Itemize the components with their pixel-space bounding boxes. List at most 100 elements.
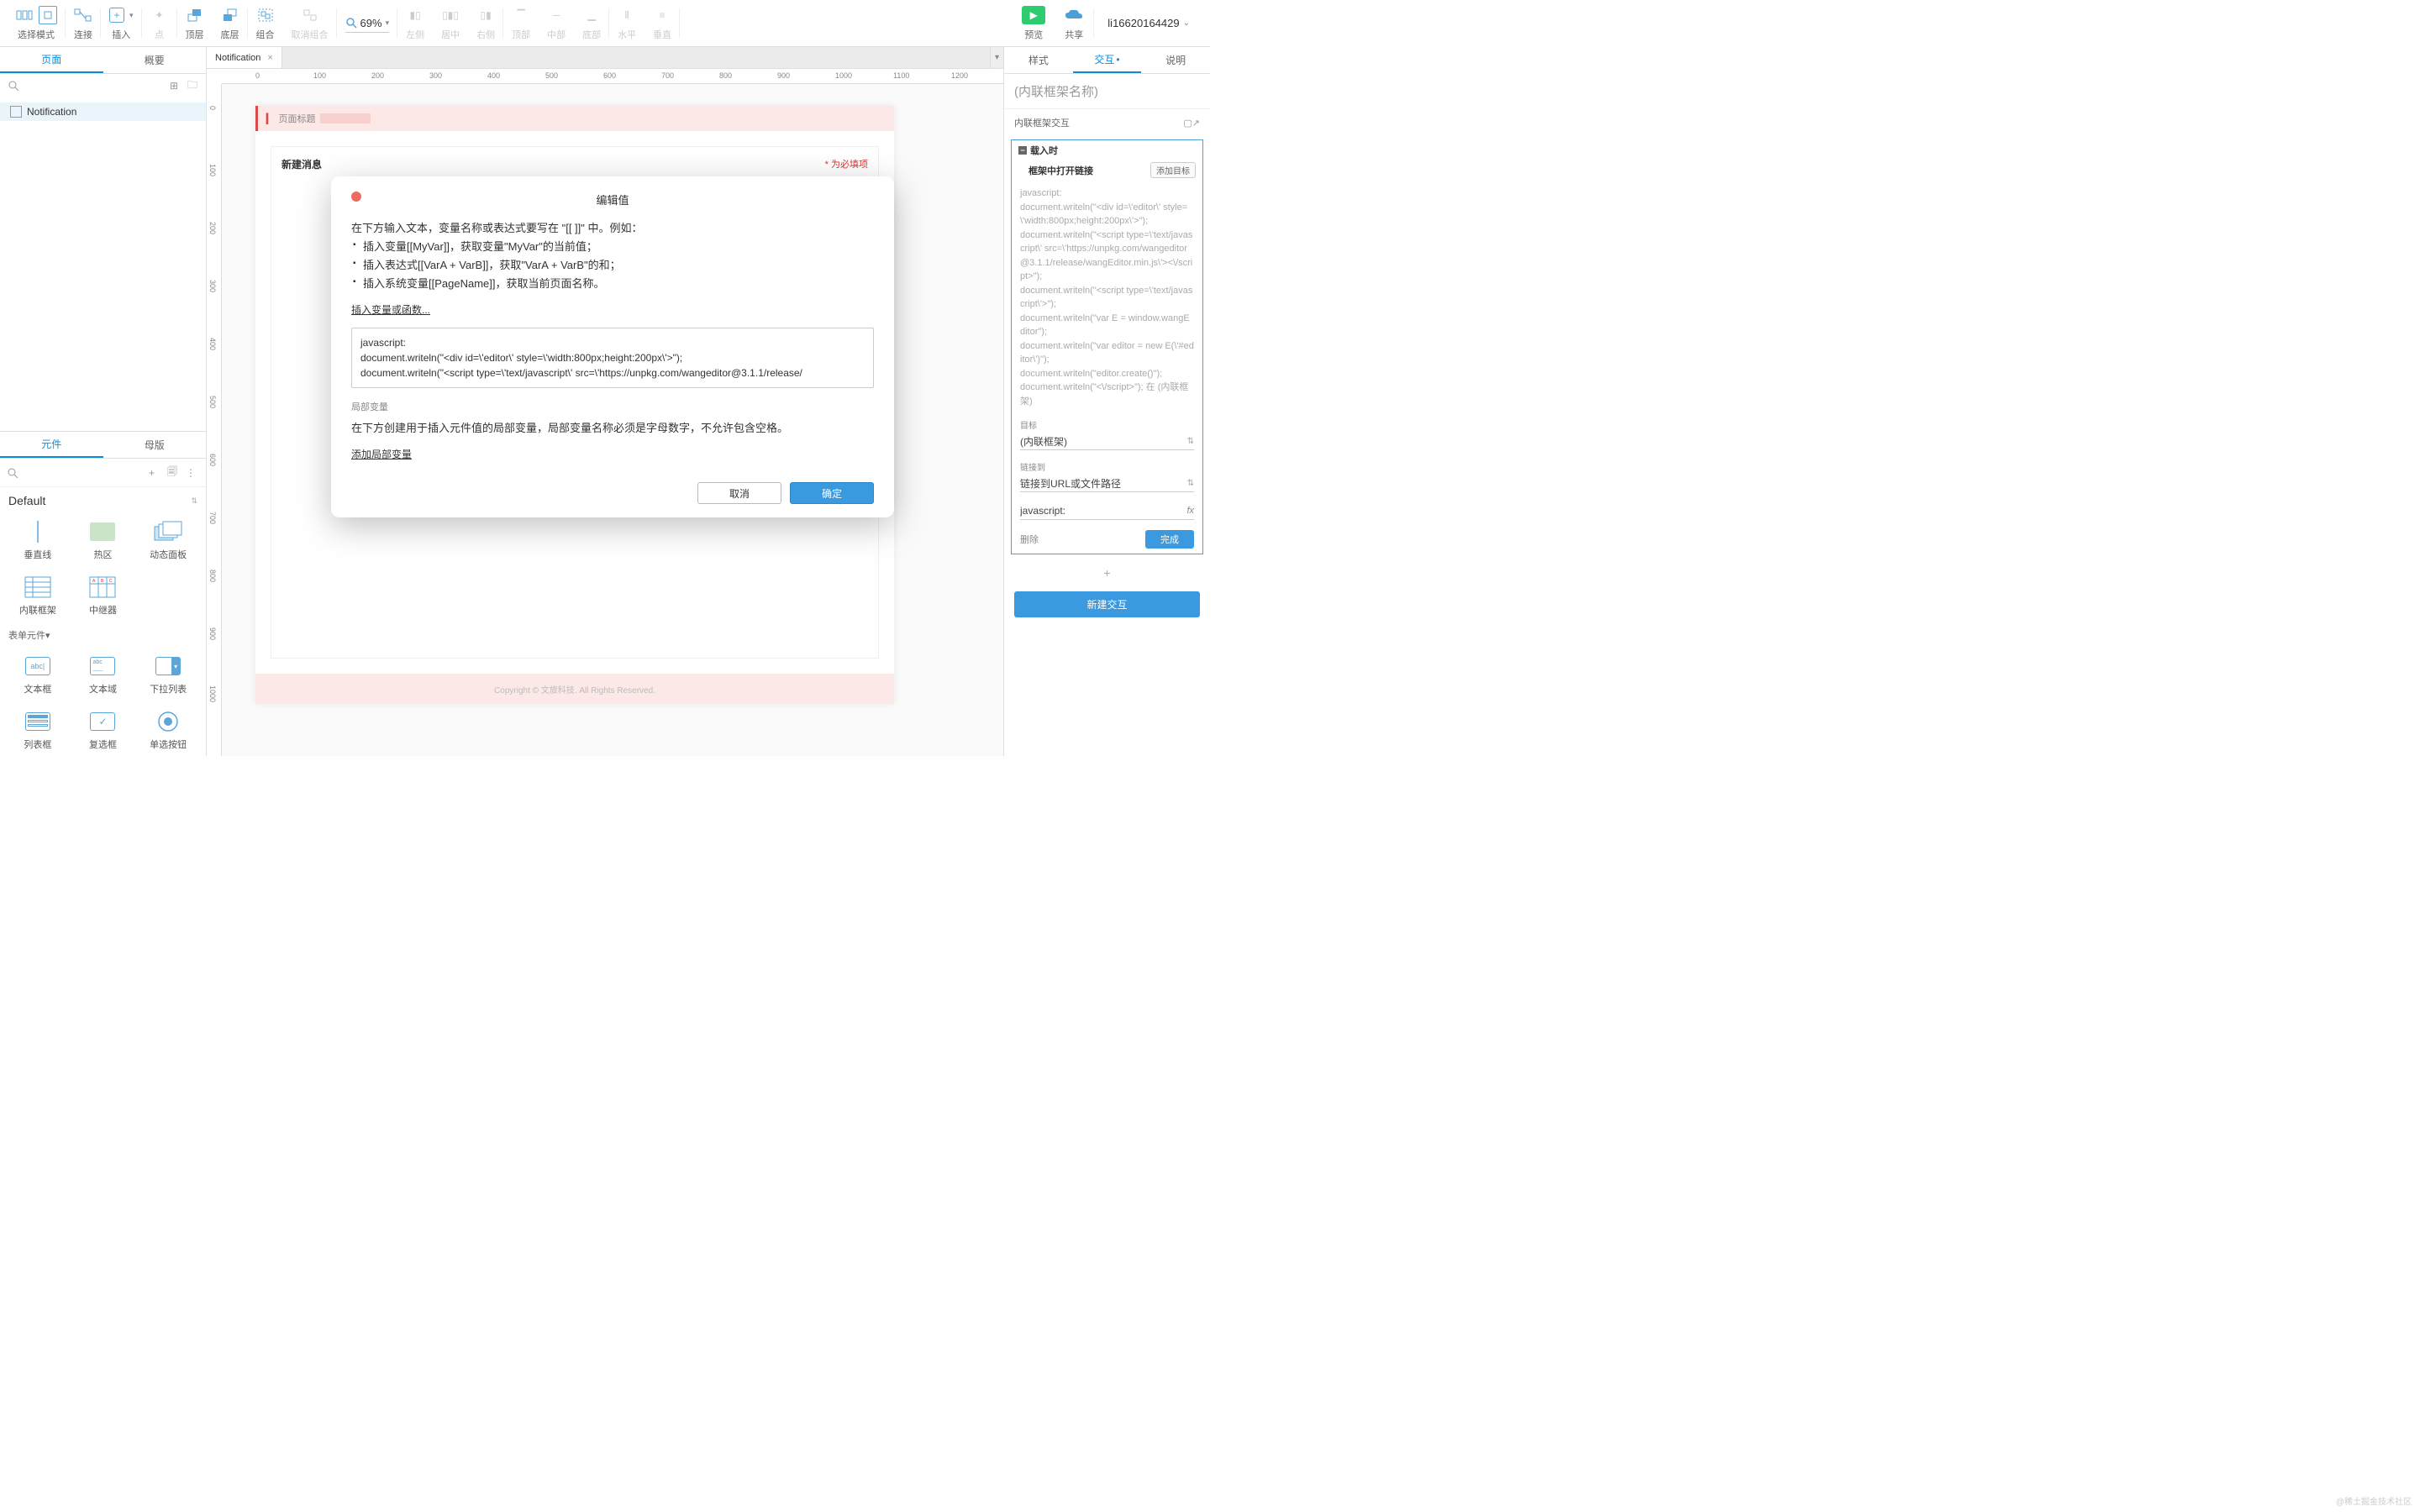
widget-listbox[interactable]: 列表框 xyxy=(7,704,69,756)
add-target-button[interactable]: 添加目标 xyxy=(1150,162,1196,178)
zoom-group[interactable]: 69% ▾ xyxy=(337,0,398,46)
updown-icon[interactable]: ⇅ xyxy=(1187,437,1194,446)
svg-text:A: A xyxy=(92,579,96,584)
bottom-layer-group[interactable]: 底层 xyxy=(213,0,248,46)
updown-icon[interactable]: ⇅ xyxy=(1187,479,1194,488)
widget-dropdown[interactable]: ▾下拉列表 xyxy=(137,648,199,701)
top-layer-group[interactable]: 顶层 xyxy=(177,0,213,46)
align-center-h-group: ▯▮▯居中 xyxy=(433,0,468,46)
insert-variable-link[interactable]: 插入变量或函数... xyxy=(351,302,430,318)
bottom-layer-icon xyxy=(221,6,239,24)
fx-icon[interactable]: fx xyxy=(1186,506,1194,516)
new-interaction-button[interactable]: 新建交互 xyxy=(1014,591,1200,617)
watermark: @稀土掘金技术社区 xyxy=(2336,1494,2412,1507)
dist-v-group: ≡垂直 xyxy=(644,0,680,46)
right-panel: 样式 交互• 说明 (内联框架名称) 内联框架交互 ▢↗ − 载入时 框架中打开… xyxy=(1003,47,1210,756)
ungroup-group: 取消组合 xyxy=(283,0,337,46)
expression-textarea[interactable]: javascript: document.writeln("<div id=\'… xyxy=(351,328,874,388)
page-item-notification[interactable]: Notification xyxy=(0,102,206,121)
left-panel-tabs: 页面 概要 xyxy=(0,47,206,74)
cancel-button[interactable]: 取消 xyxy=(697,482,781,504)
widget-radio[interactable]: 单选按钮 xyxy=(137,704,199,756)
svg-text:C: C xyxy=(109,579,113,584)
tab-widgets[interactable]: 元件 xyxy=(0,432,103,458)
select-single-icon xyxy=(39,6,57,24)
tab-outline[interactable]: 概要 xyxy=(103,47,207,73)
insert-group[interactable]: +▾ 插入 xyxy=(101,0,142,46)
add-folder-icon[interactable]: 🗀 xyxy=(186,79,199,92)
insert-icon: + xyxy=(109,8,124,23)
cloud-icon xyxy=(1062,6,1086,24)
account-menu[interactable]: li16620164429 ⌄ xyxy=(1094,0,1203,46)
lib-icon[interactable]: 🗐 xyxy=(167,464,181,481)
zoom-value[interactable]: 69% xyxy=(360,17,382,29)
widget-textarea[interactable]: abc___文本域 xyxy=(72,648,134,701)
widget-dynamic-panel[interactable]: 动态面板 xyxy=(137,514,199,566)
widget-hotspot[interactable]: 热区 xyxy=(72,514,134,566)
tab-pages[interactable]: 页面 xyxy=(0,47,103,73)
widget-repeater[interactable]: ABC中继器 xyxy=(72,570,134,622)
close-icon[interactable]: × xyxy=(267,53,272,63)
align-bottom-icon: ▁ xyxy=(582,6,601,24)
collapse-icon[interactable]: − xyxy=(1018,146,1027,155)
done-button[interactable]: 完成 xyxy=(1145,530,1194,549)
library-select[interactable]: Default ⇅ xyxy=(0,487,206,514)
select-mode-group[interactable]: 选择模式 xyxy=(7,0,66,46)
connect-icon xyxy=(74,6,92,24)
add-lib-icon[interactable]: + xyxy=(149,467,162,479)
menu-icon[interactable]: ⋮ xyxy=(186,467,199,479)
interaction-settings-icon[interactable]: ▢↗ xyxy=(1183,118,1200,129)
widget-iframe[interactable]: 内联框架 xyxy=(7,570,69,622)
chevron-down-icon[interactable]: ▾ xyxy=(386,18,390,28)
form-widgets-section[interactable]: 表单元件▾ xyxy=(0,622,206,648)
play-icon: ▶ xyxy=(1022,6,1045,24)
search-icon[interactable] xyxy=(7,467,20,479)
zoom-icon xyxy=(345,13,357,32)
modal-bullet-2: 插入表达式[[VarA + VarB]]，获取"VarA + VarB"的和； xyxy=(351,256,874,275)
widget-textfield[interactable]: abc|文本框 xyxy=(7,648,69,701)
widget-name-field[interactable]: (内联框架名称) xyxy=(1004,74,1210,108)
linkto-select[interactable] xyxy=(1020,475,1187,491)
align-left-group: ▮▯左侧 xyxy=(397,0,433,46)
widget-vline[interactable]: 垂直线 xyxy=(7,514,69,566)
svg-text:B: B xyxy=(101,579,104,584)
action-row[interactable]: 框架中打开链接 添加目标 xyxy=(1012,160,1202,181)
tab-scroll-icon[interactable]: ▾ xyxy=(990,47,1003,68)
action-code-summary: javascript: document.writeln("<div id=\'… xyxy=(1012,181,1202,413)
top-layer-icon xyxy=(186,6,204,24)
point-group: ✦ 点 xyxy=(142,0,177,46)
account-name: li16620164429 xyxy=(1107,17,1179,29)
canvas-area: Notification × ▾ 01002003004005006007008… xyxy=(207,47,1003,756)
ungroup-label: 取消组合 xyxy=(292,28,329,41)
doc-tab-notification[interactable]: Notification × xyxy=(207,47,282,68)
preview-group[interactable]: ▶ 预览 xyxy=(1013,0,1054,46)
tab-interactions[interactable]: 交互• xyxy=(1073,47,1142,73)
canvas[interactable]: ▎ 页面标题 新建消息 * 为必填项 Copyright © 文旅科技. All… xyxy=(222,84,1003,756)
connect-group[interactable]: 连接 xyxy=(66,0,101,46)
tab-notes[interactable]: 说明 xyxy=(1141,47,1210,73)
group-group[interactable]: 组合 xyxy=(248,0,283,46)
align-right-group: ▯▮右侧 xyxy=(468,0,503,46)
ok-button[interactable]: 确定 xyxy=(790,482,874,504)
delete-action-link[interactable]: 删除 xyxy=(1020,533,1039,546)
event-name-row[interactable]: − 载入时 xyxy=(1012,140,1202,160)
tab-masters[interactable]: 母版 xyxy=(103,432,207,458)
local-var-desc: 在下方创建用于插入元件值的局部变量，局部变量名称必须是字母数字，不允许包含空格。 xyxy=(351,419,874,438)
search-icon[interactable] xyxy=(7,79,20,92)
url-input[interactable] xyxy=(1020,502,1186,519)
tab-style[interactable]: 样式 xyxy=(1004,47,1073,73)
close-icon[interactable] xyxy=(351,192,361,202)
share-group[interactable]: 共享 xyxy=(1054,0,1094,46)
align-left-icon: ▮▯ xyxy=(406,6,424,24)
add-action-button[interactable]: + xyxy=(1004,563,1210,583)
select-mode-label: 选择模式 xyxy=(18,28,55,41)
add-local-var-link[interactable]: 添加局部变量 xyxy=(351,446,412,463)
add-page-icon[interactable]: ⊞ xyxy=(167,79,181,92)
pages-search-row: ⊞ 🗀 xyxy=(0,74,206,97)
pages-search-input[interactable] xyxy=(25,80,162,92)
page-item-label: Notification xyxy=(27,106,76,118)
widget-checkbox[interactable]: ✓复选框 xyxy=(72,704,134,756)
target-select[interactable] xyxy=(1020,433,1187,449)
page-title-bar: ▎ 页面标题 xyxy=(255,106,894,131)
document-tabs: Notification × ▾ xyxy=(207,47,1003,69)
